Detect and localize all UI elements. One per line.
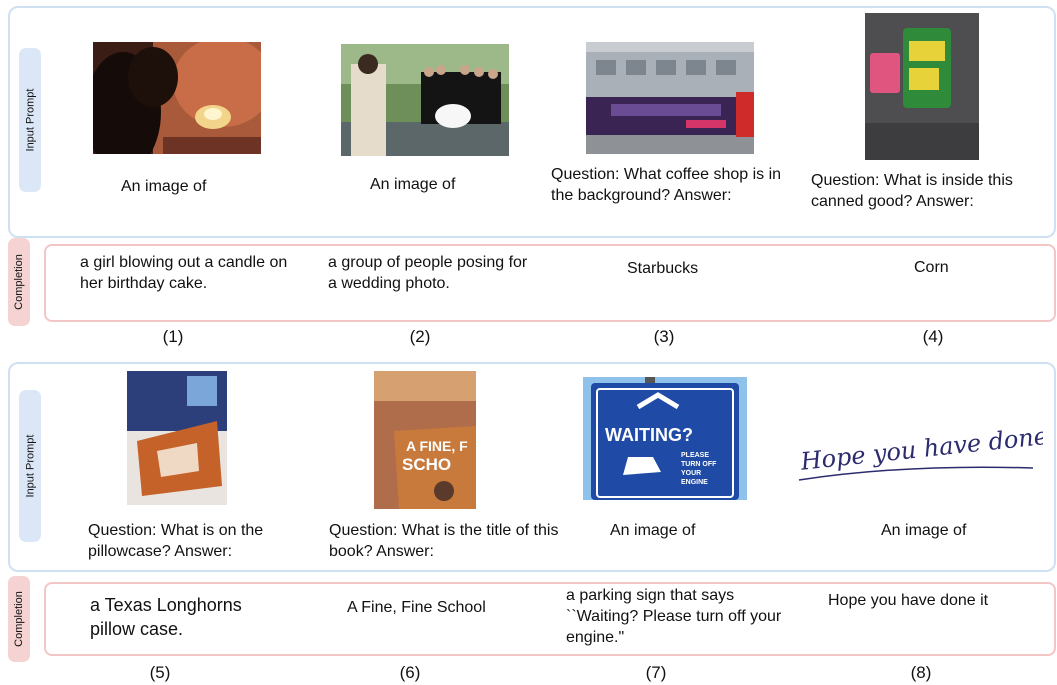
svg-text:PLEASE: PLEASE bbox=[681, 452, 709, 459]
completion-4: Corn bbox=[914, 259, 949, 276]
completion-1: a girl blowing out a candle on her birth… bbox=[80, 254, 288, 292]
example-number-1: (1) bbox=[162, 327, 184, 346]
prompt-6: Question: What is the title of this book… bbox=[329, 522, 559, 560]
svg-text:SCHO: SCHO bbox=[402, 455, 451, 474]
example-number-5: (5) bbox=[149, 663, 171, 682]
svg-text:WAITING?: WAITING? bbox=[605, 425, 693, 445]
completion-8: Hope you have done it bbox=[828, 592, 989, 609]
example-number-7: (7) bbox=[645, 663, 667, 682]
completion-3: Starbucks bbox=[627, 260, 699, 277]
prompt-8: An image of bbox=[881, 522, 967, 539]
prompt-1: An image of bbox=[121, 178, 207, 195]
svg-text:ENGINE: ENGINE bbox=[681, 479, 708, 486]
street-bus-photo bbox=[586, 42, 754, 154]
completion-tab-bottom: Completion bbox=[8, 576, 30, 662]
pillowcase-photo bbox=[127, 371, 227, 505]
completion-2: a group of people posing for a wedding p… bbox=[328, 254, 528, 292]
svg-text:TURN OFF: TURN OFF bbox=[681, 461, 717, 468]
svg-text:YOUR: YOUR bbox=[681, 470, 701, 477]
completion-7: a parking sign that says ``Waiting? Plea… bbox=[566, 587, 782, 646]
prompt-3: Question: What coffee shop is in the bac… bbox=[551, 166, 782, 204]
example-number-8: (8) bbox=[910, 663, 932, 682]
prompt-7: An image of bbox=[610, 522, 696, 539]
example-number-3: (3) bbox=[653, 327, 675, 346]
svg-text:A FINE, F: A FINE, F bbox=[406, 438, 468, 454]
example-number-6: (6) bbox=[399, 663, 421, 682]
completion-6: A Fine, Fine School bbox=[347, 599, 486, 616]
example-number-4: (4) bbox=[922, 327, 944, 346]
parking-sign-photo: WAITING? PLEASE TURN OFF YOUR ENGINE bbox=[583, 377, 747, 500]
prompt-2: An image of bbox=[370, 176, 456, 193]
example-number-2: (2) bbox=[409, 327, 431, 346]
book-cover-photo: A FINE, F SCHO bbox=[374, 371, 476, 509]
input-prompt-tab-top: Input Prompt bbox=[19, 48, 41, 192]
prompt-5: Question: What is on the pillowcase? Ans… bbox=[88, 522, 264, 560]
canned-good-photo bbox=[865, 13, 979, 160]
wedding-group-photo bbox=[341, 44, 509, 156]
birthday-cake-photo bbox=[93, 42, 261, 154]
handwriting-image: Hope you have done it. bbox=[793, 418, 1043, 488]
input-prompt-tab-bottom: Input Prompt bbox=[19, 390, 41, 542]
completion-tab-top: Completion bbox=[8, 238, 30, 326]
prompt-4: Question: What is inside this canned goo… bbox=[811, 172, 1013, 210]
completion-5: a Texas Longhorns pillow case. bbox=[90, 595, 242, 639]
